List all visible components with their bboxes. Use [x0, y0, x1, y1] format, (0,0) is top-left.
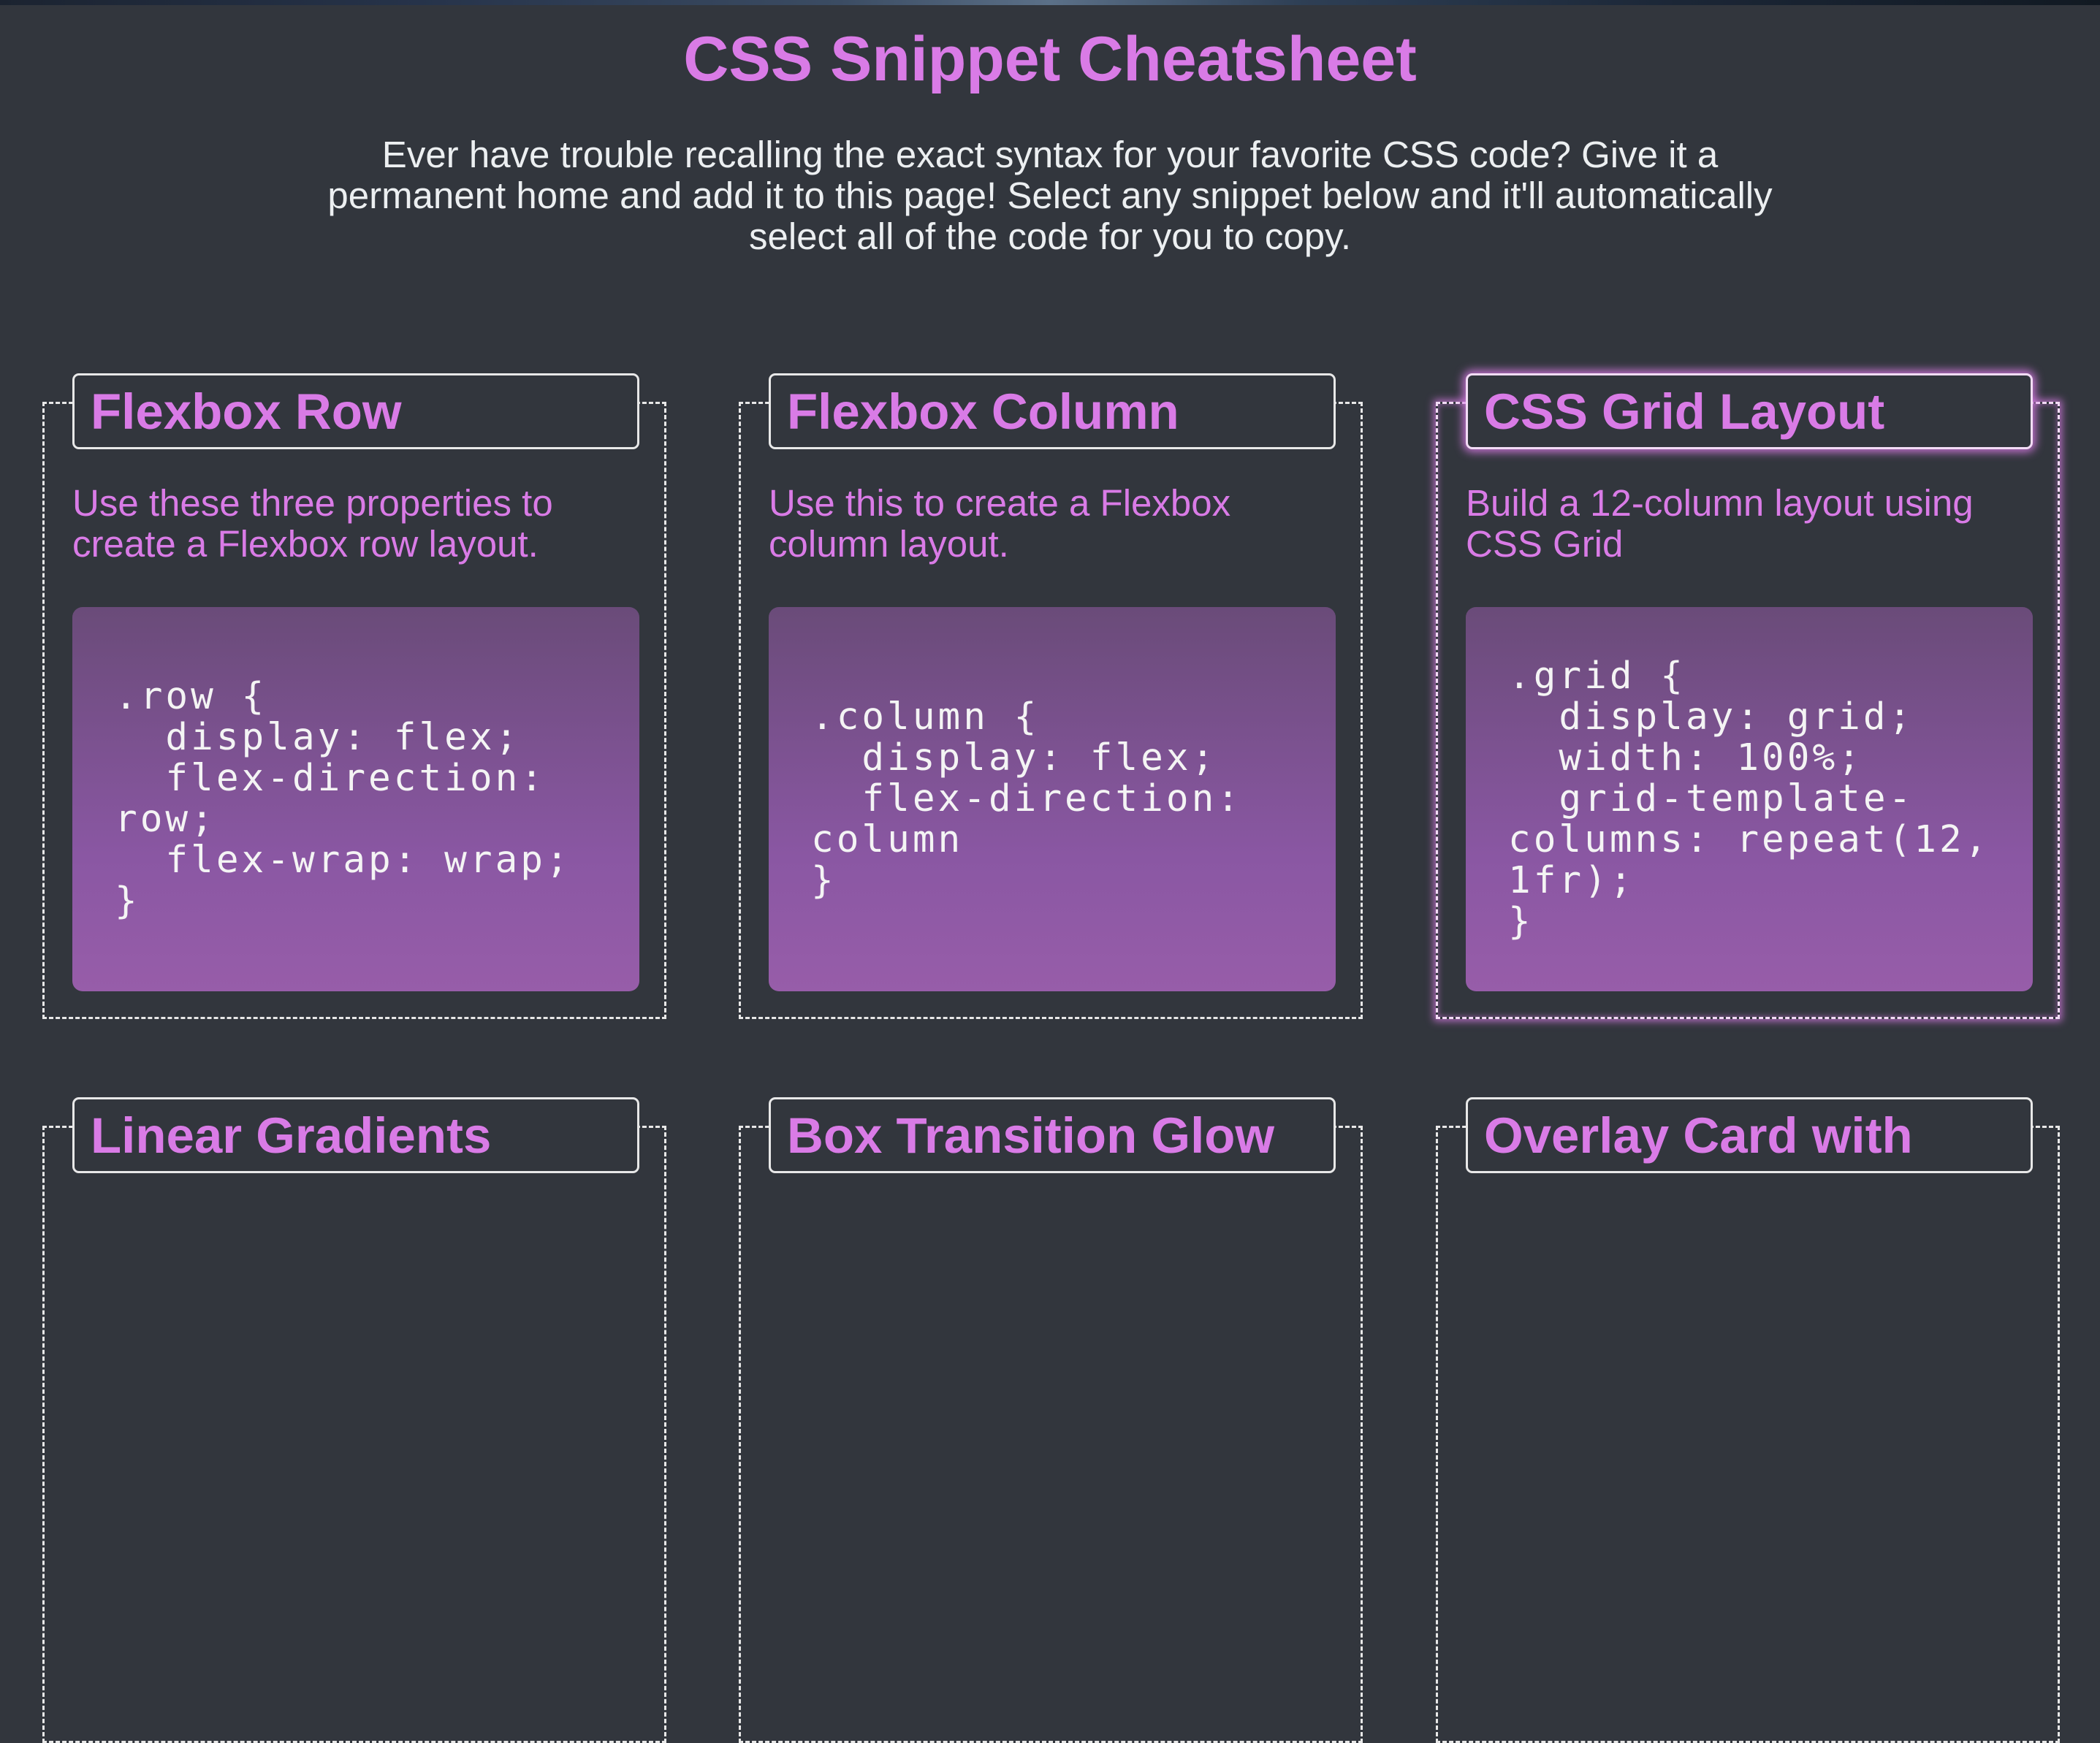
card-title: Box Transition Glow	[787, 1107, 1275, 1164]
code-snippet-box[interactable]: .grid { display: grid; width: 100%; grid…	[1466, 607, 2033, 991]
page-subtitle: Ever have trouble recalling the exact sy…	[327, 134, 1773, 257]
snippet-card-box-transition-glow: Box Transition Glow	[739, 1097, 1363, 1743]
card-description: Use this to create a Flexbox column layo…	[769, 482, 1231, 565]
header-background-strip	[0, 0, 2100, 5]
card-title: Overlay Card with	[1484, 1107, 1913, 1164]
code-snippet[interactable]: .grid { display: grid; width: 100%; grid…	[1508, 656, 1990, 942]
card-title: CSS Grid Layout	[1484, 383, 1885, 440]
snippet-card-linear-gradients: Linear Gradients	[42, 1097, 666, 1743]
card-description: Build a 12-column layout using CSS Grid	[1466, 482, 1974, 565]
page-title: CSS Snippet Cheatsheet	[683, 24, 1417, 94]
card-description: Use these three properties to create a F…	[72, 482, 553, 565]
card-title-box: Box Transition Glow	[769, 1097, 1336, 1173]
card-title: Flexbox Column	[787, 383, 1179, 440]
card-title: Flexbox Row	[91, 383, 402, 440]
card-title-box: CSS Grid Layout	[1466, 373, 2033, 449]
snippet-card-css-grid-layout: CSS Grid Layout Build a 12-column layout…	[1436, 373, 2060, 1019]
card-title-box: Overlay Card with	[1466, 1097, 2033, 1173]
code-snippet-box[interactable]: .column { display: flex; flex-direction:…	[769, 607, 1336, 991]
code-snippet[interactable]: .row { display: flex; flex-direction: ro…	[115, 676, 597, 922]
card-title-box: Flexbox Column	[769, 373, 1336, 449]
code-snippet[interactable]: .column { display: flex; flex-direction:…	[811, 697, 1293, 901]
snippet-card-overlay-card: Overlay Card with	[1436, 1097, 2060, 1743]
code-snippet-box[interactable]: .row { display: flex; flex-direction: ro…	[72, 607, 639, 991]
card-title: Linear Gradients	[91, 1107, 492, 1164]
snippet-card-flexbox-column: Flexbox Column Use this to create a Flex…	[739, 373, 1363, 1019]
card-title-box: Linear Gradients	[72, 1097, 639, 1173]
card-title-box: Flexbox Row	[72, 373, 639, 449]
snippet-card-flexbox-row: Flexbox Row Use these three properties t…	[42, 373, 666, 1019]
